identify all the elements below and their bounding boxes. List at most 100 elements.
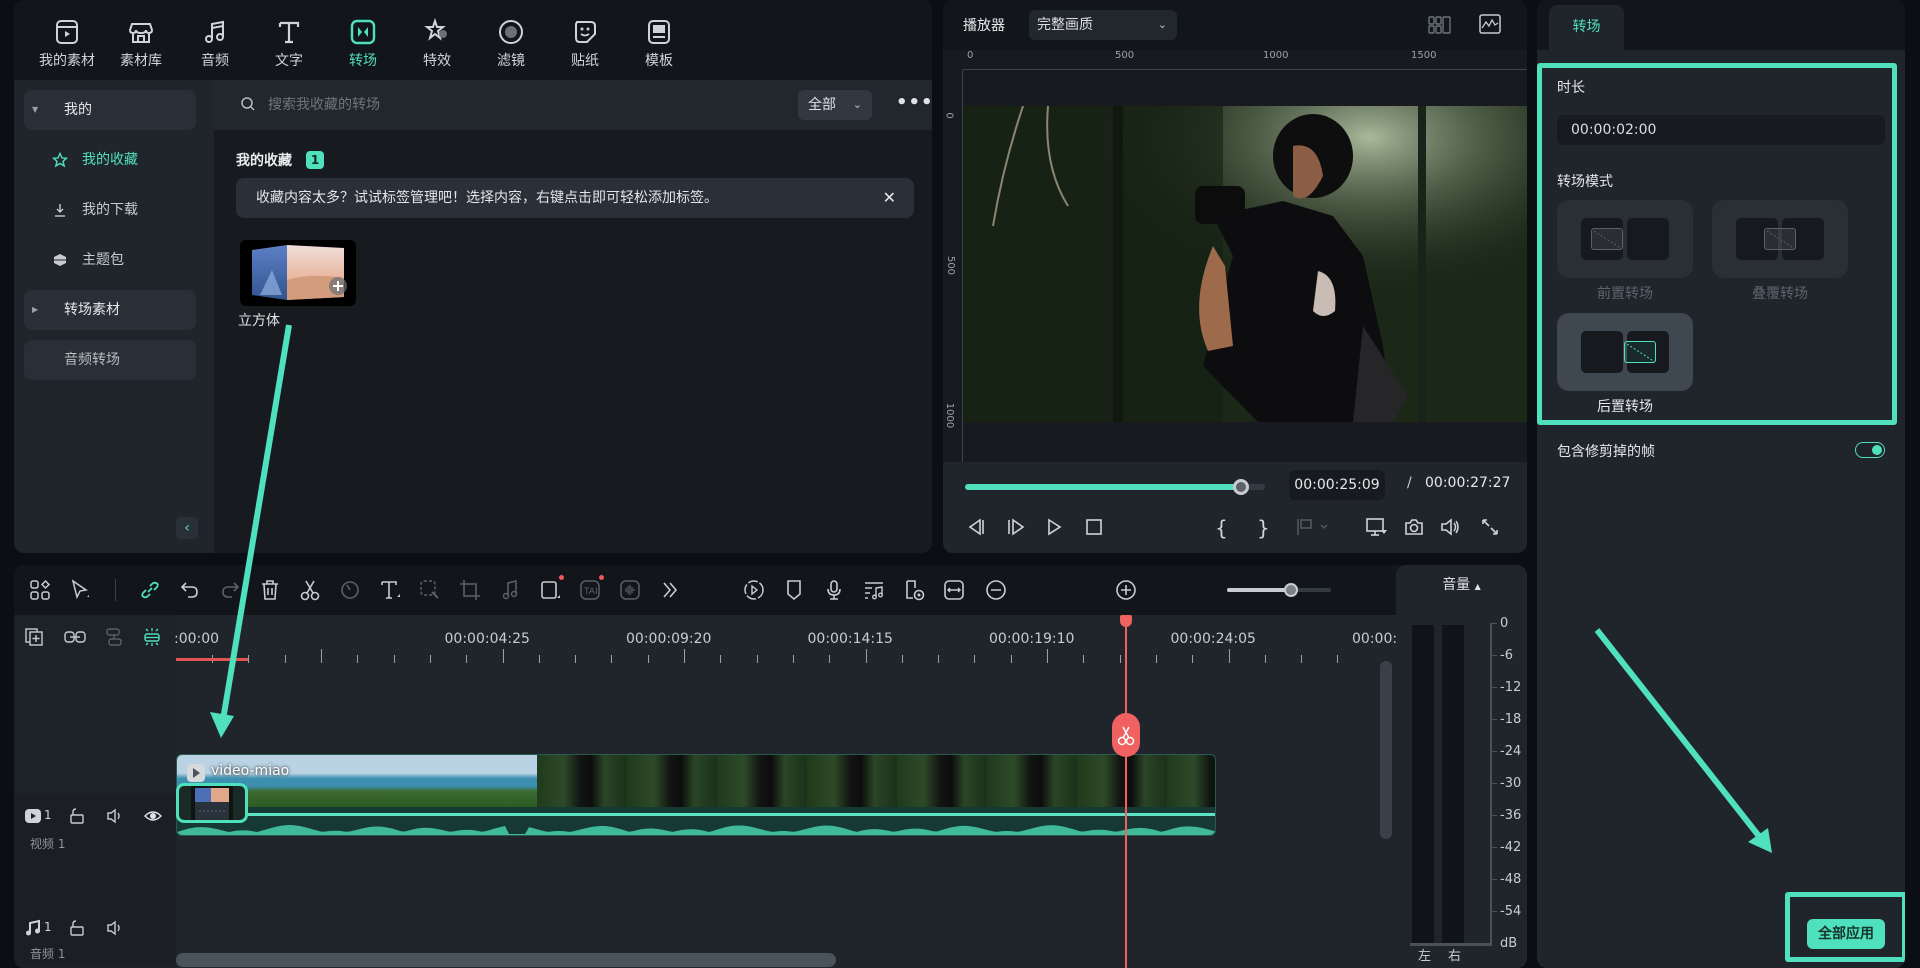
ruler-tick	[502, 649, 504, 663]
timeline-horizontal-scrollbar[interactable]	[176, 953, 836, 967]
ai-cutout-icon[interactable]	[418, 578, 442, 602]
snap-icon[interactable]	[142, 627, 160, 646]
next-frame-icon[interactable]	[1005, 516, 1027, 538]
more-options-button[interactable]: •••	[896, 92, 932, 113]
mark-in-icon[interactable]: {	[1215, 516, 1237, 540]
eye-icon[interactable]	[144, 807, 162, 825]
clip-volume-line[interactable]	[177, 813, 1215, 816]
timeline-vertical-scrollbar[interactable]	[1380, 661, 1392, 839]
sidebar-group-mine[interactable]: ▼ 我的	[24, 90, 196, 130]
current-time[interactable]: 00:00:25:09	[1289, 470, 1385, 500]
sidebar-item-downloads[interactable]: 我的下载	[24, 192, 196, 228]
lock-icon[interactable]	[68, 919, 86, 937]
link-icon[interactable]	[138, 578, 162, 602]
playhead-handle[interactable]	[1120, 615, 1132, 627]
meter-right-channel	[1442, 625, 1464, 943]
more-tools-icon[interactable]	[658, 578, 682, 602]
nav-my-media[interactable]: 我的素材	[32, 18, 102, 70]
collapse-sidebar-button[interactable]: ‹	[176, 517, 198, 539]
tab-transition[interactable]: 转场	[1549, 5, 1624, 50]
stop-icon[interactable]	[1083, 516, 1105, 538]
prev-frame-icon[interactable]	[965, 516, 987, 538]
crop-icon[interactable]	[458, 578, 482, 602]
nav-audio[interactable]: 音频	[180, 18, 250, 70]
select-tool-icon[interactable]	[68, 578, 92, 602]
sidebar-group-transitions[interactable]: ▶ 转场素材	[24, 290, 196, 330]
ruler-tick	[647, 655, 649, 663]
timeline-ruler[interactable]: :00:00 00:00:04:25 00:00:09:20 00:00:14:15 0…	[174, 615, 1437, 665]
play-icon[interactable]	[1043, 516, 1065, 538]
aspect-ratio-icon[interactable]	[538, 575, 564, 602]
audio-denoise-icon[interactable]	[618, 578, 642, 602]
zoom-in-icon[interactable]	[1114, 578, 1138, 602]
render-preview-icon[interactable]	[742, 578, 766, 602]
redo-icon[interactable]	[218, 578, 242, 602]
display-settings-icon[interactable]	[1365, 516, 1387, 538]
transition-thumbnail-cube[interactable]	[240, 240, 356, 306]
speed-icon[interactable]	[338, 578, 362, 602]
video-track-icon	[24, 807, 42, 825]
scissors-icon[interactable]	[298, 578, 322, 602]
sidebar-item-theme-packs[interactable]: 主题包	[24, 242, 196, 278]
add-track-icon[interactable]	[24, 627, 43, 646]
fit-timeline-icon[interactable]	[942, 578, 966, 602]
nav-text[interactable]: 文字	[254, 18, 324, 70]
link-tracks-icon[interactable]	[64, 627, 86, 645]
db-scale-label: -36	[1500, 808, 1522, 823]
mark-out-icon[interactable]: }	[1257, 516, 1279, 540]
nav-templates[interactable]: 模板	[624, 18, 694, 70]
zoom-handle[interactable]	[1284, 583, 1299, 597]
playhead-split-button[interactable]	[1112, 713, 1140, 757]
mute-icon[interactable]	[106, 807, 124, 825]
nav-stickers[interactable]: 贴纸	[550, 18, 620, 70]
snapshot-camera-icon[interactable]	[1403, 516, 1425, 538]
video-track-header: 1 视频 1	[14, 795, 176, 905]
progress-handle[interactable]	[1233, 479, 1249, 495]
lock-icon[interactable]	[68, 807, 86, 825]
text-tool-icon[interactable]	[378, 578, 402, 602]
mute-icon[interactable]	[106, 919, 124, 937]
nav-effects[interactable]: 特效	[402, 18, 472, 70]
search-input[interactable]	[268, 94, 668, 116]
total-duration: 00:00:27:27	[1425, 475, 1511, 491]
clip-name: video-miao	[211, 763, 290, 779]
video-preview[interactable]	[963, 106, 1527, 422]
undo-icon[interactable]	[178, 578, 202, 602]
close-icon[interactable]: ✕	[883, 178, 896, 218]
zoom-fill	[1227, 588, 1292, 592]
nav-stock-library[interactable]: 素材库	[106, 18, 176, 70]
audio-icon	[201, 18, 229, 46]
waveform-scope-icon[interactable]	[1479, 14, 1501, 34]
delete-icon[interactable]	[258, 578, 282, 602]
zoom-out-icon[interactable]	[984, 578, 1008, 602]
video-clip[interactable]: video-miao	[176, 754, 1216, 836]
volume-meter-toggle[interactable]: 音量 ▲	[1396, 565, 1527, 615]
nav-label: 转场	[349, 53, 377, 69]
sidebar-group-audio-transitions[interactable]: 音频转场	[24, 340, 196, 380]
playback-progress-slider[interactable]	[965, 479, 1265, 495]
music-track-icon[interactable]	[862, 578, 886, 602]
nav-transitions[interactable]: 转场	[328, 18, 398, 70]
chevron-left-icon: ‹	[184, 520, 190, 536]
layout-grid-icon[interactable]	[28, 578, 52, 602]
filter-dropdown[interactable]: 全部 ⌄	[798, 90, 872, 120]
auto-sync-icon[interactable]	[902, 578, 926, 602]
insert-clip-icon[interactable]	[1295, 516, 1328, 538]
transition-on-clip[interactable]	[176, 783, 248, 823]
include-trimmed-toggle[interactable]	[1855, 442, 1885, 458]
playhead[interactable]	[1125, 615, 1127, 968]
ruler-tick	[720, 655, 722, 663]
sidebar-item-favorites[interactable]: 我的收藏	[24, 142, 196, 178]
microphone-icon[interactable]	[822, 578, 846, 602]
marker-icon[interactable]	[782, 578, 806, 602]
ai-text-icon[interactable]: TAI	[578, 575, 604, 602]
nav-filters[interactable]: 滤镜	[476, 18, 546, 70]
volume-icon[interactable]	[1439, 516, 1461, 538]
grid-layout-icon[interactable]	[1428, 16, 1452, 34]
timeline-zoom-slider[interactable]	[1227, 583, 1331, 597]
audio-beat-icon[interactable]	[498, 578, 522, 602]
unlink-tracks-icon[interactable]	[104, 627, 122, 646]
apply-all-button[interactable]: 全部应用	[1807, 919, 1885, 949]
quality-dropdown[interactable]: 完整画质 ⌄	[1029, 10, 1177, 40]
fullscreen-icon[interactable]	[1479, 516, 1501, 538]
